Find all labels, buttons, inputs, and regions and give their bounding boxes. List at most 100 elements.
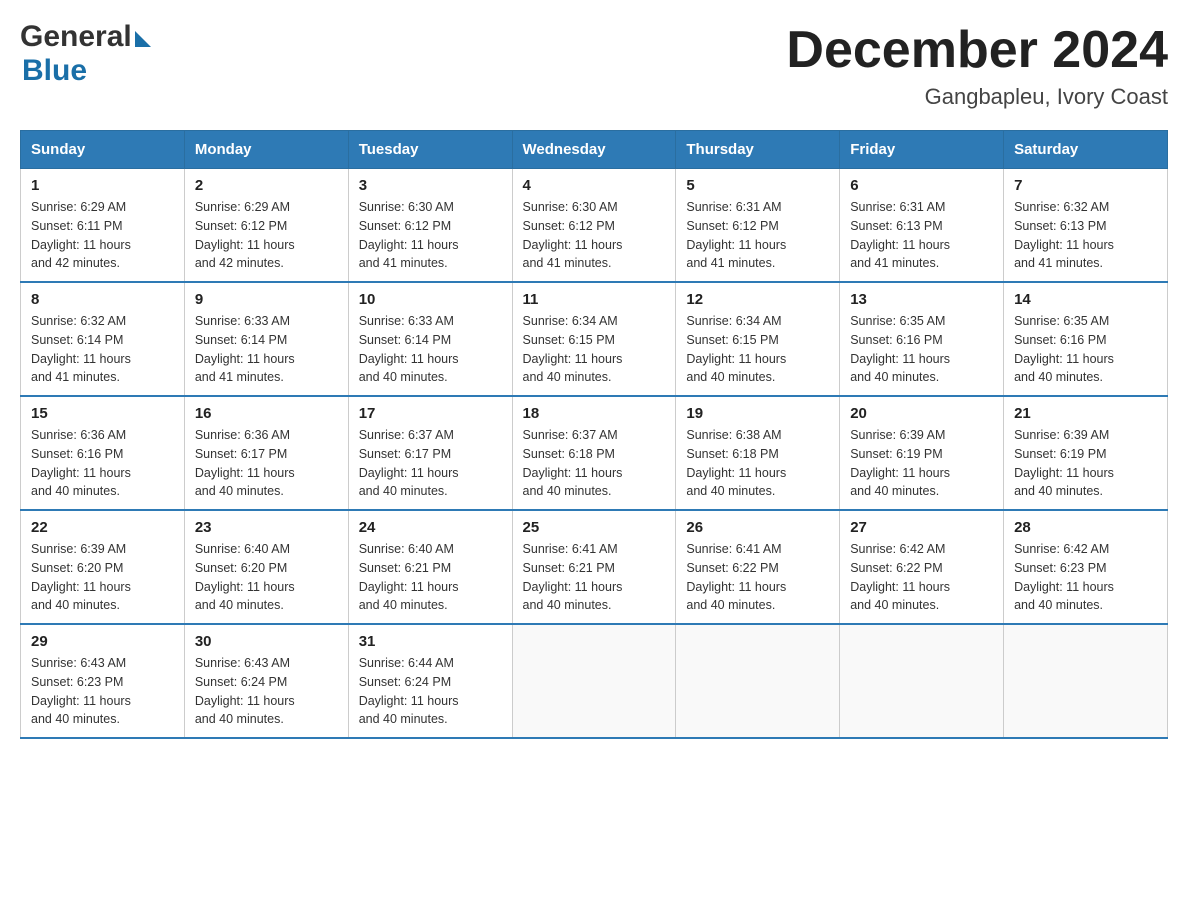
day-number: 6 <box>850 177 993 194</box>
calendar-cell: 19 Sunrise: 6:38 AMSunset: 6:18 PMDayligh… <box>676 396 840 510</box>
page-header: General Blue December 2024 Gangbapleu, I… <box>20 20 1168 110</box>
calendar-cell: 31 Sunrise: 6:44 AMSunset: 6:24 PMDayligh… <box>348 624 512 738</box>
calendar-cell: 4Sunrise: 6:30 AMSunset: 6:12 PMDaylight… <box>512 169 676 283</box>
day-number: 7 <box>1014 177 1157 194</box>
header-cell-sunday: Sunday <box>21 131 185 169</box>
day-number: 5 <box>686 177 829 194</box>
week-row-4: 22Sunrise: 6:39 AMSunset: 6:20 PMDayligh… <box>21 510 1168 624</box>
day-info: Sunrise: 6:39 AMSunset: 6:19 PMDaylight:… <box>1014 426 1157 501</box>
calendar-cell: 24Sunrise: 6:40 AMSunset: 6:21 PMDayligh… <box>348 510 512 624</box>
day-number: 18 <box>523 405 666 422</box>
calendar-cell: 27 Sunrise: 6:42 AMSunset: 6:22 PMDayligh… <box>840 510 1004 624</box>
day-number: 12 <box>686 291 829 308</box>
logo-arrow-icon <box>135 31 151 47</box>
header-cell-tuesday: Tuesday <box>348 131 512 169</box>
header-cell-friday: Friday <box>840 131 1004 169</box>
day-info: Sunrise: 6:40 AMSunset: 6:21 PMDaylight:… <box>359 540 502 615</box>
day-number: 16 <box>195 405 338 422</box>
header-cell-wednesday: Wednesday <box>512 131 676 169</box>
day-number: 2 <box>195 177 338 194</box>
calendar-cell: 8Sunrise: 6:32 AMSunset: 6:14 PMDaylight… <box>21 282 185 396</box>
week-row-1: 1 Sunrise: 6:29 AMSunset: 6:11 PMDaylight… <box>21 169 1168 283</box>
calendar-cell: 25Sunrise: 6:41 AMSunset: 6:21 PMDayligh… <box>512 510 676 624</box>
day-number: 21 <box>1014 405 1157 422</box>
day-number: 26 <box>686 519 829 536</box>
calendar-cell: 18 Sunrise: 6:37 AMSunset: 6:18 PMDayligh… <box>512 396 676 510</box>
day-info: Sunrise: 6:37 AMSunset: 6:17 PMDaylight:… <box>359 426 502 501</box>
calendar-cell: 13 Sunrise: 6:35 AMSunset: 6:16 PMDayligh… <box>840 282 1004 396</box>
day-info: Sunrise: 6:36 AMSunset: 6:17 PMDaylight:… <box>195 426 338 501</box>
month-title: December 2024 <box>786 20 1168 80</box>
calendar-cell: 28 Sunrise: 6:42 AMSunset: 6:23 PMDayligh… <box>1004 510 1168 624</box>
day-info: Sunrise: 6:38 AMSunset: 6:18 PMDaylight:… <box>686 426 829 501</box>
logo: General Blue <box>20 20 151 88</box>
day-number: 14 <box>1014 291 1157 308</box>
calendar-cell <box>512 624 676 738</box>
header-row: SundayMondayTuesdayWednesdayThursdayFrid… <box>21 131 1168 169</box>
calendar-cell <box>840 624 1004 738</box>
location-subtitle: Gangbapleu, Ivory Coast <box>786 84 1168 110</box>
day-info: Sunrise: 6:35 AMSunset: 6:16 PMDaylight:… <box>850 312 993 387</box>
day-number: 23 <box>195 519 338 536</box>
day-number: 20 <box>850 405 993 422</box>
day-number: 1 <box>31 177 174 194</box>
calendar-cell: 9Sunrise: 6:33 AMSunset: 6:14 PMDaylight… <box>184 282 348 396</box>
day-info: Sunrise: 6:30 AMSunset: 6:12 PMDaylight:… <box>523 198 666 273</box>
day-info: Sunrise: 6:33 AMSunset: 6:14 PMDaylight:… <box>359 312 502 387</box>
calendar-cell: 2 Sunrise: 6:29 AMSunset: 6:12 PMDaylight… <box>184 169 348 283</box>
calendar-cell: 20 Sunrise: 6:39 AMSunset: 6:19 PMDayligh… <box>840 396 1004 510</box>
title-section: December 2024 Gangbapleu, Ivory Coast <box>786 20 1168 110</box>
day-number: 19 <box>686 405 829 422</box>
calendar-cell: 30 Sunrise: 6:43 AMSunset: 6:24 PMDayligh… <box>184 624 348 738</box>
calendar-cell: 10 Sunrise: 6:33 AMSunset: 6:14 PMDayligh… <box>348 282 512 396</box>
day-number: 3 <box>359 177 502 194</box>
day-info: Sunrise: 6:35 AMSunset: 6:16 PMDaylight:… <box>1014 312 1157 387</box>
week-row-5: 29Sunrise: 6:43 AMSunset: 6:23 PMDayligh… <box>21 624 1168 738</box>
day-info: Sunrise: 6:31 AMSunset: 6:12 PMDaylight:… <box>686 198 829 273</box>
day-info: Sunrise: 6:42 AMSunset: 6:22 PMDaylight:… <box>850 540 993 615</box>
week-row-3: 15Sunrise: 6:36 AMSunset: 6:16 PMDayligh… <box>21 396 1168 510</box>
calendar-cell: 23 Sunrise: 6:40 AMSunset: 6:20 PMDayligh… <box>184 510 348 624</box>
day-info: Sunrise: 6:31 AMSunset: 6:13 PMDaylight:… <box>850 198 993 273</box>
day-number: 17 <box>359 405 502 422</box>
calendar-cell: 15Sunrise: 6:36 AMSunset: 6:16 PMDayligh… <box>21 396 185 510</box>
calendar-cell: 26 Sunrise: 6:41 AMSunset: 6:22 PMDayligh… <box>676 510 840 624</box>
day-info: Sunrise: 6:44 AMSunset: 6:24 PMDaylight:… <box>359 654 502 729</box>
calendar-cell: 29Sunrise: 6:43 AMSunset: 6:23 PMDayligh… <box>21 624 185 738</box>
day-info: Sunrise: 6:34 AMSunset: 6:15 PMDaylight:… <box>686 312 829 387</box>
day-info: Sunrise: 6:33 AMSunset: 6:14 PMDaylight:… <box>195 312 338 387</box>
calendar-cell: 14 Sunrise: 6:35 AMSunset: 6:16 PMDayligh… <box>1004 282 1168 396</box>
day-info: Sunrise: 6:43 AMSunset: 6:24 PMDaylight:… <box>195 654 338 729</box>
day-number: 10 <box>359 291 502 308</box>
calendar-table: SundayMondayTuesdayWednesdayThursdayFrid… <box>20 130 1168 739</box>
day-info: Sunrise: 6:34 AMSunset: 6:15 PMDaylight:… <box>523 312 666 387</box>
day-info: Sunrise: 6:40 AMSunset: 6:20 PMDaylight:… <box>195 540 338 615</box>
day-info: Sunrise: 6:41 AMSunset: 6:22 PMDaylight:… <box>686 540 829 615</box>
day-info: Sunrise: 6:42 AMSunset: 6:23 PMDaylight:… <box>1014 540 1157 615</box>
calendar-cell: 22Sunrise: 6:39 AMSunset: 6:20 PMDayligh… <box>21 510 185 624</box>
day-number: 29 <box>31 633 174 650</box>
day-info: Sunrise: 6:29 AMSunset: 6:12 PMDaylight:… <box>195 198 338 273</box>
day-info: Sunrise: 6:37 AMSunset: 6:18 PMDaylight:… <box>523 426 666 501</box>
day-info: Sunrise: 6:29 AMSunset: 6:11 PMDaylight:… <box>31 198 174 273</box>
calendar-cell <box>676 624 840 738</box>
day-number: 28 <box>1014 519 1157 536</box>
calendar-cell <box>1004 624 1168 738</box>
day-number: 31 <box>359 633 502 650</box>
day-number: 15 <box>31 405 174 422</box>
calendar-body: 1 Sunrise: 6:29 AMSunset: 6:11 PMDaylight… <box>21 169 1168 739</box>
day-number: 27 <box>850 519 993 536</box>
calendar-cell: 17 Sunrise: 6:37 AMSunset: 6:17 PMDayligh… <box>348 396 512 510</box>
calendar-cell: 5 Sunrise: 6:31 AMSunset: 6:12 PMDaylight… <box>676 169 840 283</box>
day-number: 13 <box>850 291 993 308</box>
week-row-2: 8Sunrise: 6:32 AMSunset: 6:14 PMDaylight… <box>21 282 1168 396</box>
day-info: Sunrise: 6:30 AMSunset: 6:12 PMDaylight:… <box>359 198 502 273</box>
header-cell-saturday: Saturday <box>1004 131 1168 169</box>
header-cell-monday: Monday <box>184 131 348 169</box>
day-number: 11 <box>523 291 666 308</box>
logo-general-text: General <box>20 20 132 54</box>
calendar-cell: 3 Sunrise: 6:30 AMSunset: 6:12 PMDaylight… <box>348 169 512 283</box>
day-info: Sunrise: 6:32 AMSunset: 6:13 PMDaylight:… <box>1014 198 1157 273</box>
day-number: 30 <box>195 633 338 650</box>
day-info: Sunrise: 6:39 AMSunset: 6:19 PMDaylight:… <box>850 426 993 501</box>
